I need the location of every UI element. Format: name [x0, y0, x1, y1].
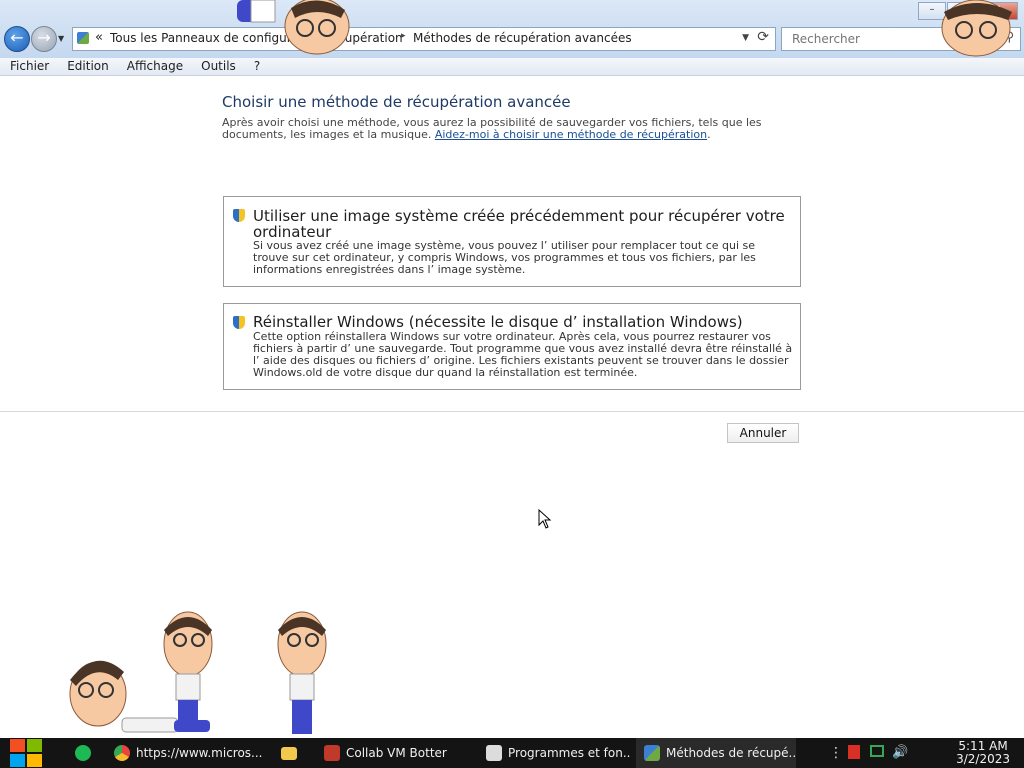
menu-edit[interactable]: Edition	[57, 58, 117, 75]
help-choose-method-link[interactable]: Aidez-moi à choisir une méthode de récup…	[435, 128, 707, 141]
network-icon[interactable]	[870, 745, 884, 757]
flag-icon[interactable]	[848, 745, 860, 759]
cartoon-figure-icon	[237, 0, 350, 55]
cartoon-figure-icon	[69, 611, 213, 733]
volume-icon[interactable]: 🔊	[892, 745, 908, 761]
cartoon-figure-icon	[277, 611, 327, 734]
uac-shield-icon	[233, 209, 245, 222]
menu-help[interactable]: ?	[244, 58, 268, 75]
option-reinstall-windows[interactable]: Réinstaller Windows (nécessite le disque…	[223, 303, 801, 390]
spotify-icon	[75, 745, 91, 761]
taskbar-collab-vm-botter[interactable]: Collab VM Botter	[316, 738, 472, 768]
back-button[interactable]: ←	[4, 26, 30, 52]
taskbar-item-label: Méthodes de récupé...	[666, 746, 796, 760]
address-dropdown-icon[interactable]: ▼	[742, 33, 749, 43]
taskbar-chrome[interactable]: https://www.micros...	[106, 738, 266, 768]
folder-icon	[281, 746, 297, 760]
option-title: Réinstaller Windows (nécessite le disque…	[253, 313, 743, 331]
taskbar-clock[interactable]: 5:11 AM 3/2/2023	[956, 740, 1010, 766]
menu-file[interactable]: Fichier	[0, 58, 57, 75]
breadcrumb-advanced-recovery-methods[interactable]: Méthodes de récupération avancées	[413, 31, 632, 45]
option-title: Utiliser une image système créée précéde…	[253, 207, 785, 241]
taskbar-explorer[interactable]	[272, 738, 306, 768]
option-system-image[interactable]: Utiliser une image système créée précéde…	[223, 196, 801, 287]
uac-shield-icon	[233, 316, 245, 329]
control-panel-icon	[77, 32, 89, 44]
start-button[interactable]	[10, 739, 42, 767]
overflow-menu-icon[interactable]: ⋮	[828, 745, 844, 761]
menu-bar: Fichier Edition Affichage Outils ?	[0, 58, 1024, 76]
menu-tools[interactable]: Outils	[191, 58, 244, 75]
chrome-icon	[114, 745, 130, 761]
history-dropdown-icon[interactable]: ▼	[58, 34, 64, 43]
forward-button[interactable]: →	[31, 26, 57, 52]
taskbar-item-label: https://www.micros...	[136, 746, 263, 760]
option-description: Cette option réinstallera Windows sur vo…	[253, 330, 793, 379]
menu-view[interactable]: Affichage	[117, 58, 191, 75]
mouse-cursor-icon	[538, 509, 552, 529]
taskbar-item-label: Programmes et fon...	[508, 746, 630, 760]
address-bar[interactable]: « Tous les Panneaux de configura Récupér…	[72, 27, 776, 51]
windows-logo-icon	[10, 739, 25, 752]
taskbar-spotify[interactable]	[66, 738, 100, 768]
breadcrumb-separator-icon[interactable]: ▸	[401, 31, 406, 41]
cartoon-figure-icon	[941, 0, 1012, 57]
taskbar-item-label: Collab VM Botter	[346, 746, 447, 760]
cancel-button[interactable]: Annuler	[727, 423, 799, 443]
taskbar-programs-features[interactable]: Programmes et fon...	[478, 738, 630, 768]
page-title: Choisir une méthode de récupération avan…	[222, 93, 571, 111]
clock-date: 3/2/2023	[956, 752, 1010, 766]
window-titlebar: – □ ✕ ← → ▼ « Tous les Panneaux de confi…	[0, 0, 1024, 59]
footer-divider	[0, 411, 1024, 412]
app-icon	[324, 745, 340, 761]
system-tray: ⋮ 🔊 5:11 AM 3/2/2023	[824, 738, 1024, 768]
option-description: Si vous avez créé une image système, vou…	[253, 239, 756, 276]
breadcrumb-overflow-button[interactable]: «	[95, 30, 103, 45]
taskbar-recovery-methods[interactable]: Méthodes de récupé...	[636, 738, 796, 768]
document-icon	[486, 745, 502, 761]
taskbar: https://www.micros... Collab VM Botter P…	[0, 738, 1024, 768]
control-panel-icon	[644, 745, 660, 761]
refresh-icon[interactable]: ⟳	[757, 29, 769, 45]
intro-text: Après avoir choisi une méthode, vous aur…	[222, 116, 762, 141]
